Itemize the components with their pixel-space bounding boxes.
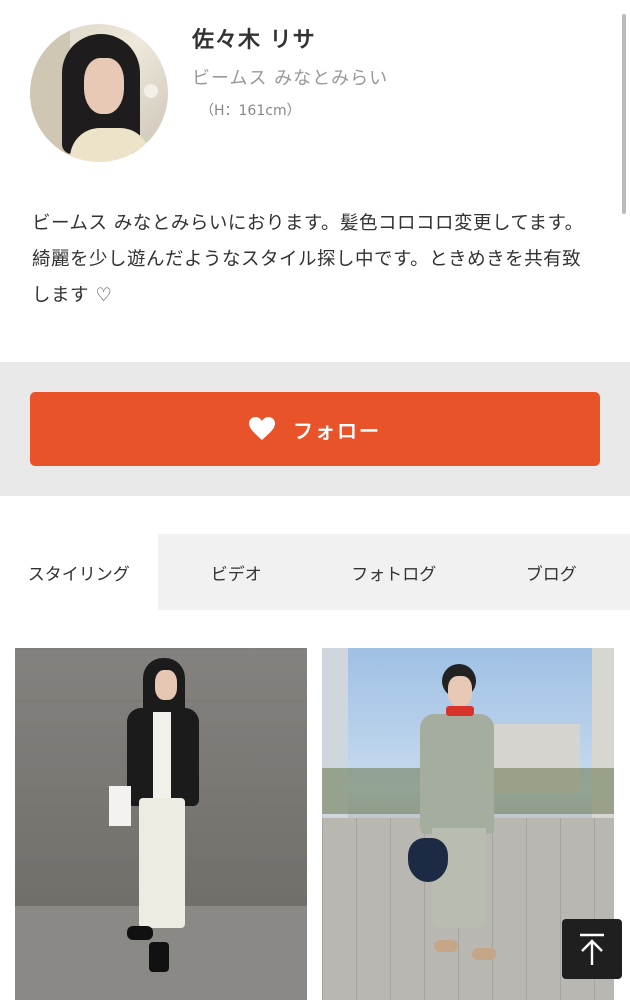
tab-photolog[interactable]: フォトログ	[315, 534, 473, 610]
scrollbar[interactable]	[622, 14, 626, 214]
heart-icon	[249, 417, 275, 440]
styling-photo[interactable]	[15, 648, 307, 1000]
follow-area: フォロー	[0, 362, 630, 496]
back-to-top-button[interactable]	[562, 919, 622, 979]
staff-name: 佐々木 リサ	[192, 28, 316, 53]
tab-styling[interactable]: スタイリング	[0, 534, 158, 610]
tab-video[interactable]: ビデオ	[158, 534, 316, 610]
styling-grid	[0, 648, 630, 1000]
follow-button[interactable]: フォロー	[30, 392, 600, 466]
staff-height: （H：161cm）	[200, 103, 301, 119]
tab-bar: スタイリング ビデオ フォトログ ブログ	[0, 534, 630, 610]
avatar[interactable]	[30, 24, 168, 162]
shop-name[interactable]: ビームス みなとみらい	[192, 64, 388, 90]
tab-blog[interactable]: ブログ	[473, 534, 630, 610]
profile-section: 佐々木 リサ ビームス みなとみらい （H：161cm） ビームス みなとみらい…	[0, 0, 630, 362]
profile-bio: ビームス みなとみらいにおります。髪色コロコロ変更してます。綺麗を少し遊んだよう…	[32, 213, 584, 306]
follow-label: フォロー	[293, 418, 381, 443]
arrow-up-icon	[580, 933, 604, 965]
